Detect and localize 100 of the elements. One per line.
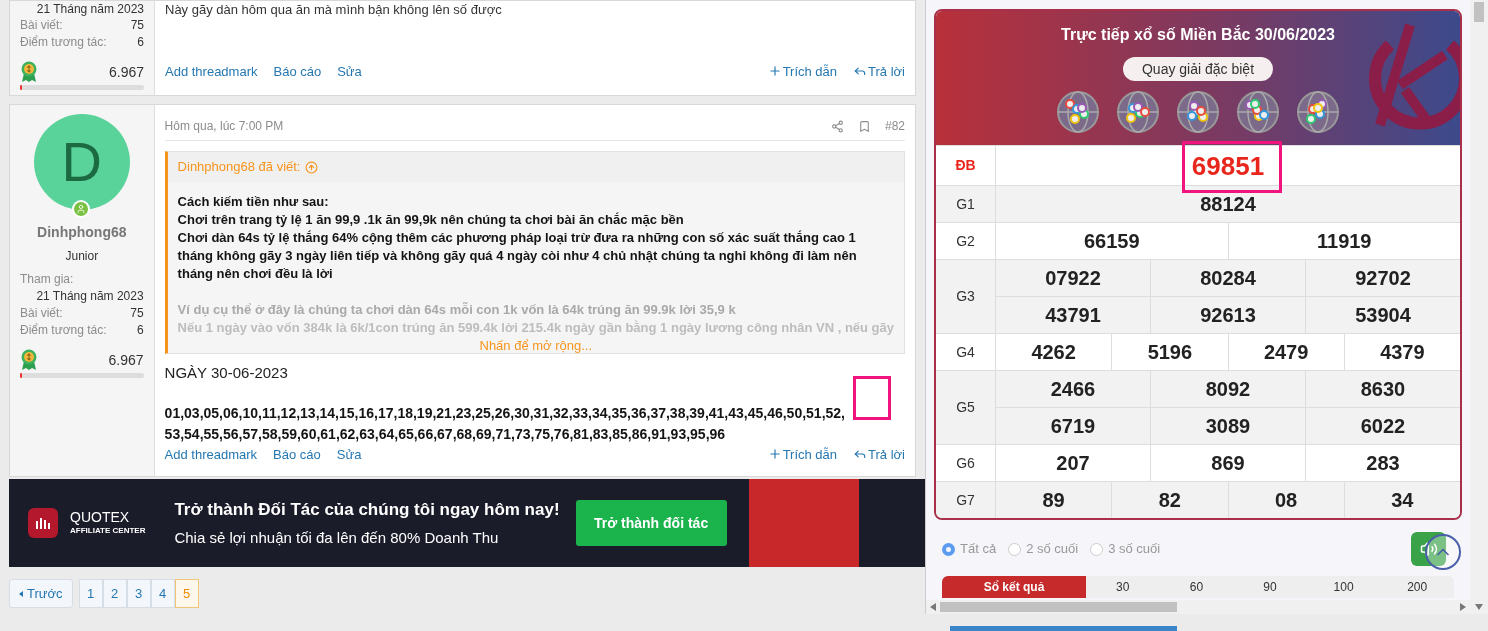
- partner-button[interactable]: Trở thành đối tác: [575, 500, 727, 546]
- medal-icon: [20, 61, 38, 83]
- banner-headline: Trở thành Đối Tác của chúng tôi ngay hôm nay!: [174, 499, 560, 521]
- prize-number: 2479: [1263, 342, 1309, 362]
- stat-label: Tham gia:: [20, 271, 75, 288]
- page-button[interactable]: 1: [78, 579, 103, 608]
- highlight-box: [853, 376, 891, 420]
- post-time[interactable]: Hôm qua, lúc 7:00 PM: [164, 117, 284, 135]
- date-heading: NGÀY 30-06-2023: [164, 363, 289, 383]
- stat-value: 75: [130, 305, 144, 322]
- ball-cage-icon: [1236, 90, 1280, 134]
- stat-value: 6: [136, 322, 144, 339]
- page-button[interactable]: 2: [102, 579, 127, 608]
- post-text: Này gãy dàn hôm qua ăn mà mình bận không lên số được: [165, 2, 503, 17]
- prize-number: 4379: [1380, 342, 1425, 362]
- range-tab[interactable]: 100: [1306, 576, 1381, 598]
- points-value: 6.967: [108, 351, 144, 370]
- ball-cage-icon: [1116, 90, 1160, 134]
- prize-number: 88124: [1200, 194, 1256, 214]
- horizontal-scrollbar[interactable]: [926, 600, 1470, 614]
- prize-number: 8630: [1360, 379, 1406, 399]
- filter-radio[interactable]: 3 số cuối: [1090, 539, 1161, 559]
- post-number[interactable]: #82: [884, 117, 905, 135]
- prize-number: 69851: [1191, 152, 1265, 179]
- ad-banner[interactable]: QUOTEX AFFILIATE CENTER Trở thành Đối Tác của chúng tôi ngay hôm nay! Chia sẻ lợi nhuận tối đa lên đến 80% Doanh Thu Trở thành đối tác: [9, 479, 925, 567]
- quote-text: Cách kiếm tiền như sau:: [177, 193, 330, 211]
- points-value: 6.967: [108, 63, 144, 82]
- user-title: Junior: [64, 248, 100, 265]
- page-button[interactable]: 4: [150, 579, 175, 608]
- quote-link[interactable]: Trích dẫn: [767, 444, 838, 464]
- ball-cage-icon: [1176, 90, 1220, 134]
- bookmark-icon[interactable]: [857, 119, 871, 133]
- stat-value: 6: [137, 34, 144, 51]
- filter-radio[interactable]: 2 số cuối: [1008, 539, 1079, 559]
- prize-number: 92702: [1355, 268, 1411, 288]
- reply-link[interactable]: Trả lời: [853, 444, 905, 464]
- stat-label: Điểm tương tác:: [20, 34, 107, 51]
- prize-number: 53904: [1355, 305, 1411, 325]
- prize-number: 6022: [1360, 416, 1406, 436]
- plus-icon: [767, 64, 782, 79]
- range-tab[interactable]: 30: [1086, 576, 1160, 598]
- post-action-link[interactable]: Sửa: [336, 444, 362, 464]
- join-date: 21 Tháng năm 2023: [35, 288, 144, 305]
- scroll-top-button[interactable]: [1425, 534, 1461, 570]
- prize-number: 34: [1391, 490, 1414, 510]
- reply-link[interactable]: Trả lời: [853, 61, 905, 81]
- avatar[interactable]: D: [33, 114, 130, 210]
- range-tab[interactable]: 200: [1380, 576, 1454, 598]
- jump-up-icon[interactable]: [305, 160, 319, 174]
- quote-link[interactable]: Trích dẫn: [767, 61, 838, 81]
- banner-subline: Chia sẻ lợi nhuận tối đa lên đến 80% Doanh Thu: [174, 527, 500, 548]
- prize-number: 66159: [1083, 231, 1140, 251]
- ball-cage-icon: [1296, 90, 1340, 134]
- prize-number: 80284: [1200, 268, 1256, 288]
- prize-number: 3089: [1205, 416, 1251, 436]
- post-action-link[interactable]: Add threadmark: [165, 61, 258, 81]
- prize-number: 869: [1211, 453, 1245, 473]
- brand-name: QUOTEX: [70, 509, 131, 525]
- scrollbar-thumb[interactable]: [1474, 2, 1484, 22]
- plus-icon: [767, 447, 782, 462]
- prize-number: 5196: [1147, 342, 1193, 362]
- medal-icon: [20, 349, 38, 371]
- quote-text: Nếu 1 ngày vào vốn 384k là 6k/1con trúng ăn 599.4k lời 215.4k ngày gần bằng 1 ngày lương công nhân VN , nếu gãy: [177, 319, 894, 337]
- range-tab[interactable]: Sổ kết quả: [942, 576, 1086, 598]
- stat-label: Điểm tương tác:: [20, 322, 107, 339]
- prize-number: 82: [1158, 490, 1181, 510]
- username[interactable]: Dinhphong68: [20, 222, 144, 243]
- range-tab[interactable]: 60: [1159, 576, 1234, 598]
- scroll-left-icon[interactable]: [930, 603, 936, 611]
- quote-text: Ví dụ cụ thể ở đây là chúng ta chơi dàn 64s mỗi con 1k vốn là 64k trúng ăn 99.9k lời 35,9 k: [177, 301, 737, 319]
- number-list: 01,03,05,06,10,11,12,13,14,15,16,17,18,19,21,23,25,26,30,31,32,33,34,35,36,37,38,39,41,43,45,46,50,51,52, 53,54,55,56,57,58,59,60,61,62,63,64,65,66,67,68,69,71,73,75,76,81,83,85,86,91,93,95,96: [164, 402, 905, 445]
- stat-label: Bài viết:: [20, 17, 63, 34]
- prize-number: 92613: [1200, 305, 1256, 325]
- prize-number: 283: [1366, 453, 1400, 473]
- page-button[interactable]: 3: [126, 579, 151, 608]
- post-action-link[interactable]: Add threadmark: [164, 444, 258, 464]
- spin-button[interactable]: Quay giải đặc biệt: [1122, 57, 1274, 81]
- scroll-down-icon[interactable]: [1475, 604, 1483, 610]
- caret-icon: [19, 590, 23, 597]
- filter-radio[interactable]: Tất cả: [942, 539, 997, 559]
- post-action-link[interactable]: Báo cáo: [273, 444, 321, 464]
- speaker-button[interactable]: [1411, 532, 1446, 566]
- ball-cage-icon: [1056, 90, 1100, 134]
- prize-number: 6719: [1050, 416, 1096, 436]
- prize-number: 08: [1275, 490, 1298, 510]
- stat-label: Bài viết:: [20, 305, 63, 322]
- scroll-right-icon[interactable]: [1460, 603, 1466, 611]
- post-action-link[interactable]: Sửa: [337, 61, 362, 81]
- stat-value: 75: [130, 17, 144, 34]
- range-tab[interactable]: 90: [1233, 576, 1307, 598]
- vertical-scrollbar[interactable]: [1470, 0, 1488, 614]
- prize-number: 2466: [1050, 379, 1096, 399]
- prize-number: 207: [1056, 453, 1090, 473]
- speaker-icon: [1419, 540, 1438, 558]
- quote-text: Chơi dàn 64s tỷ lệ thắng 64% cộng thêm các phương pháp loại trừ đưa ra những con số xác suất thắng cao 1 tháng không gãy 3 ngày liên tiếp và không gãy quá 4 ngày còi như 4 chủ nhật chúng ta nghỉ không đi làm nên tháng nên chơi đều là lời: [177, 229, 858, 283]
- post-action-link[interactable]: Báo cáo: [273, 61, 322, 81]
- prize-number: 8092: [1205, 379, 1251, 399]
- previous-page-button[interactable]: Trước: [9, 579, 73, 608]
- share-icon[interactable]: [830, 119, 844, 133]
- prize-number: 89: [1042, 490, 1065, 510]
